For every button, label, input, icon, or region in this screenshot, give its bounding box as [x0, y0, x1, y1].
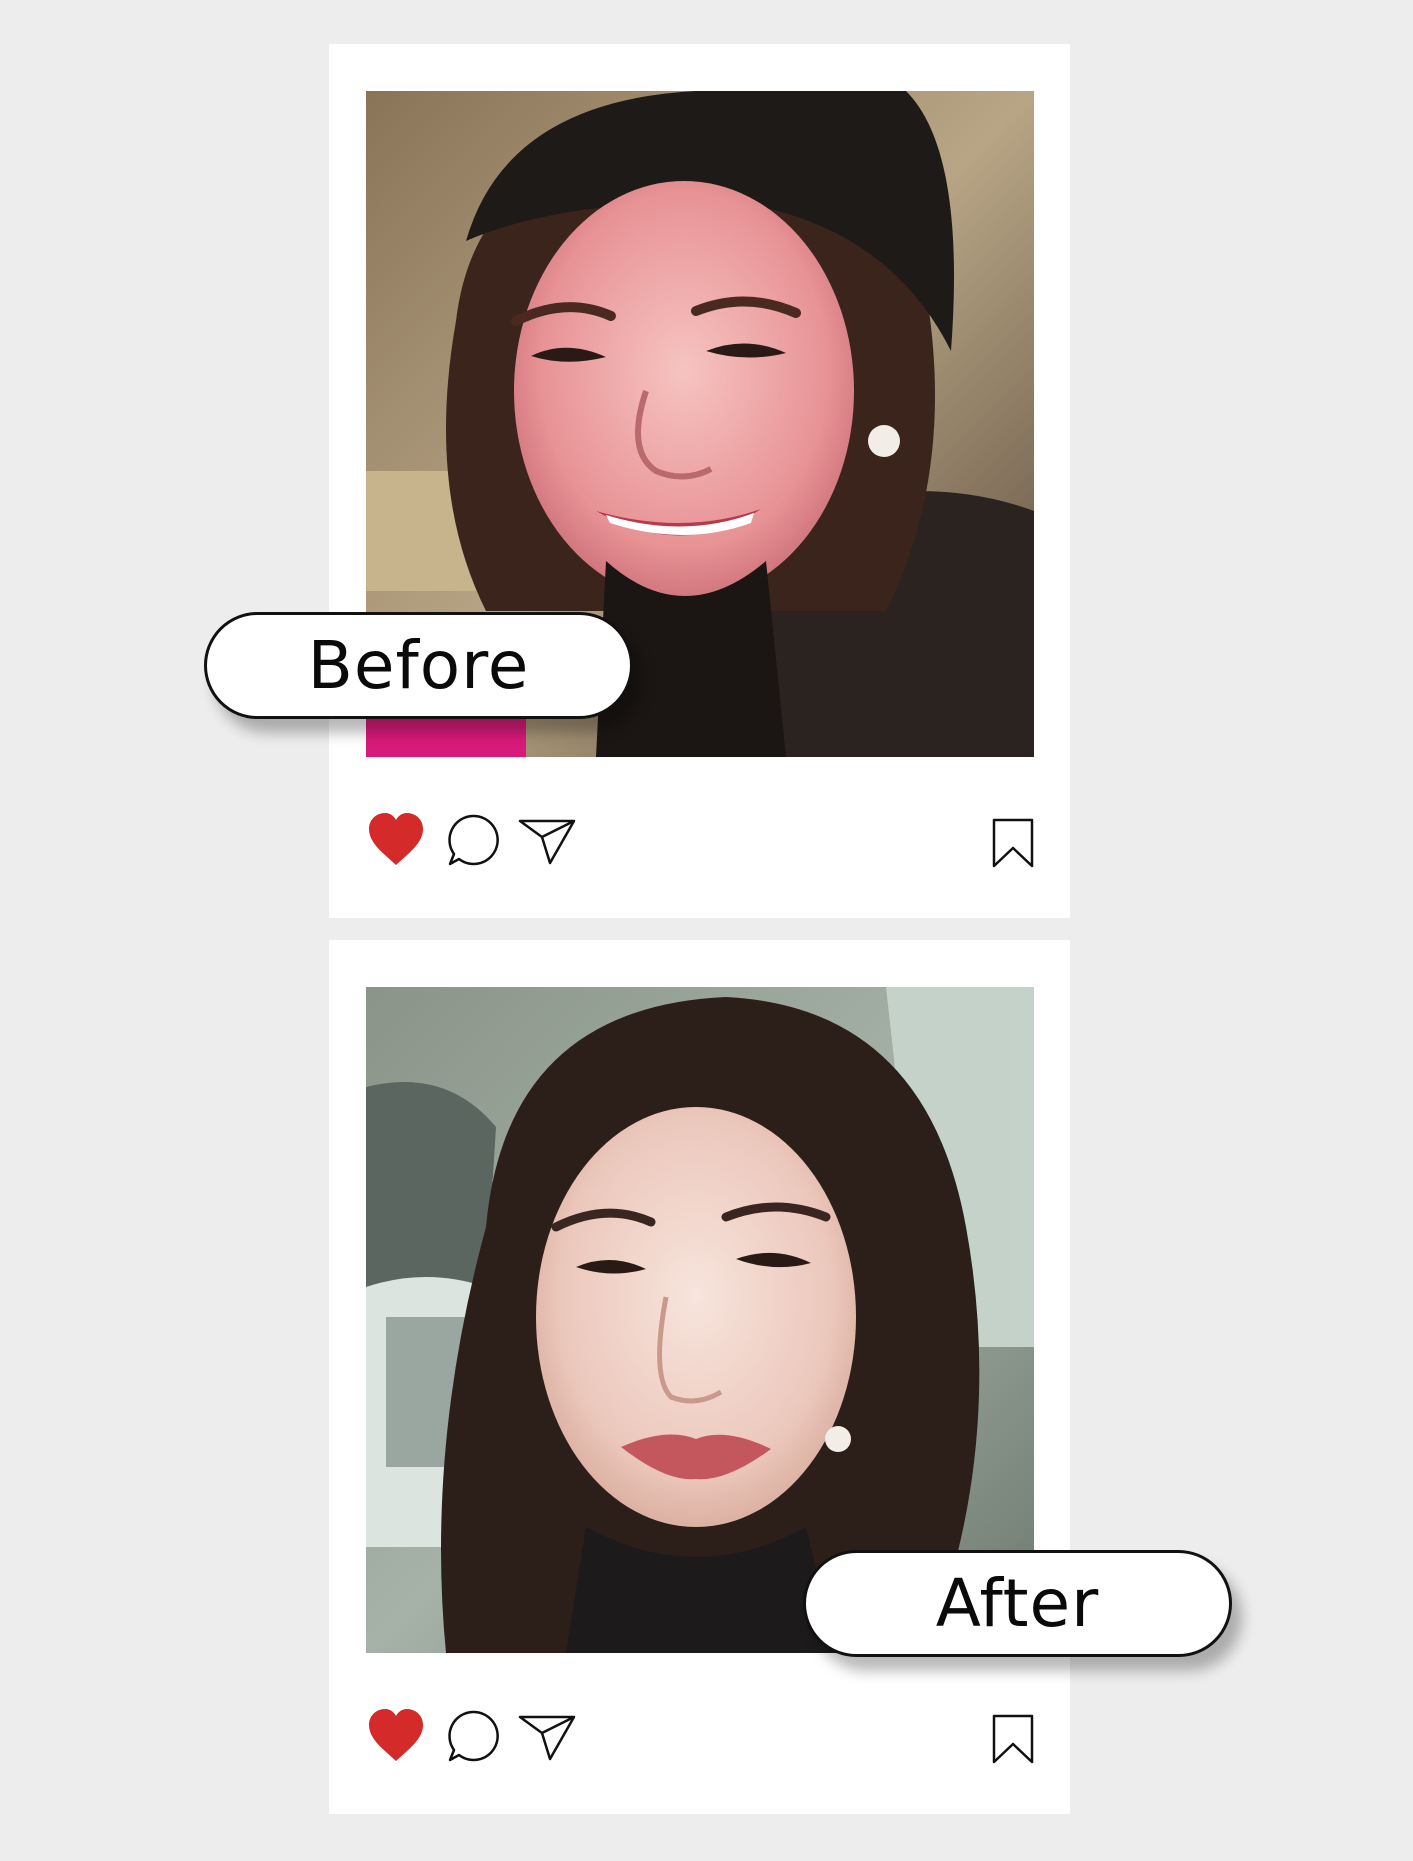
before-label: Before [307, 626, 530, 704]
after-label: After [935, 1564, 1100, 1642]
comment-icon[interactable] [447, 1710, 499, 1762]
bookmark-icon[interactable] [992, 818, 1034, 868]
post-card-before [329, 44, 1070, 918]
after-label-pill: After [803, 1550, 1232, 1657]
heart-icon[interactable] [367, 1707, 425, 1763]
bookmark-icon[interactable] [992, 1714, 1034, 1764]
send-icon[interactable] [518, 1713, 576, 1761]
before-label-pill: Before [204, 612, 633, 719]
send-icon[interactable] [518, 817, 576, 865]
heart-icon[interactable] [367, 811, 425, 867]
post-card-after [329, 940, 1070, 1814]
comment-icon[interactable] [447, 814, 499, 866]
